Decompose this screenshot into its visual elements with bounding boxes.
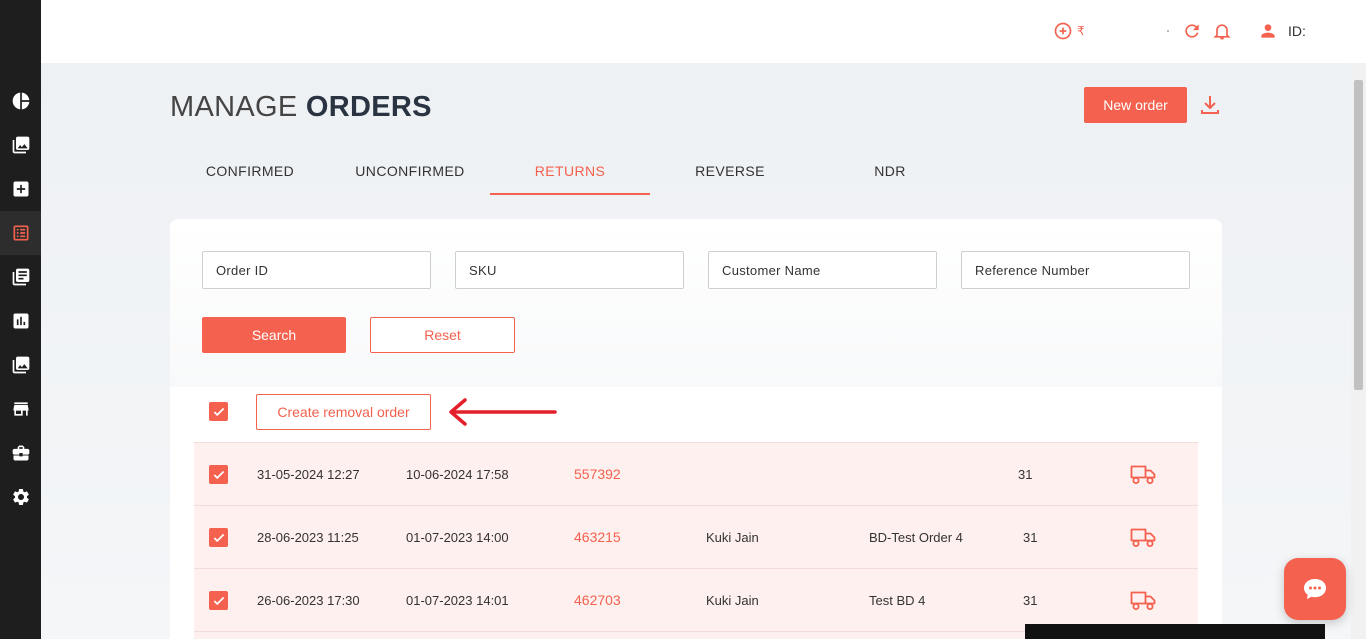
top-bar: ₹ ID: xyxy=(41,0,1366,63)
row-created-date: 31-05-2024 12:27 xyxy=(257,467,360,482)
page-title: MANAGE ORDERS xyxy=(170,91,432,124)
pie-chart-icon xyxy=(12,92,29,110)
bell-icon xyxy=(1213,24,1231,40)
add-circle-icon xyxy=(1054,22,1072,40)
chat-button[interactable] xyxy=(1284,558,1346,620)
row-updated-date: 10-06-2024 17:58 xyxy=(406,467,509,482)
row-order-id[interactable]: 463215 xyxy=(574,529,621,545)
sidebar-item-orders[interactable] xyxy=(0,211,41,255)
order-id-input[interactable] xyxy=(202,251,431,289)
tab-returns[interactable]: RETURNS xyxy=(490,153,650,195)
row-checkbox[interactable] xyxy=(209,528,228,547)
refresh-button[interactable] xyxy=(1182,20,1202,42)
main-content: MANAGE ORDERS New order CONFIRMED UNCONF… xyxy=(41,63,1351,639)
tab-reverse[interactable]: REVERSE xyxy=(650,153,810,195)
scrollbar-thumb[interactable] xyxy=(1354,80,1363,390)
page-scrollbar[interactable] xyxy=(1351,63,1366,639)
sidebar-item-library[interactable] xyxy=(0,255,41,299)
refresh-icon xyxy=(1185,24,1199,38)
sidebar-item-media[interactable] xyxy=(0,343,41,387)
row-checkbox[interactable] xyxy=(209,591,228,610)
image-icon xyxy=(12,136,29,154)
row-qty: 31 xyxy=(1023,530,1038,545)
tab-confirmed[interactable]: CONFIRMED xyxy=(170,153,330,195)
wallet-currency: ₹ xyxy=(1077,24,1085,38)
table-row[interactable]: 31-05-2024 12:27 10-06-2024 17:58 557392… xyxy=(194,442,1198,505)
chat-bubble-icon xyxy=(1304,579,1326,599)
store-icon xyxy=(13,402,28,416)
truck-icon[interactable] xyxy=(1130,463,1156,485)
row-reference: Test BD 4 xyxy=(869,593,926,608)
page-title-light: MANAGE xyxy=(170,91,298,123)
orders-card: Search Reset Create removal order 31-05-… xyxy=(170,219,1222,639)
checkmark-icon xyxy=(213,470,224,479)
row-created-date: 28-06-2023 11:25 xyxy=(257,530,359,545)
bar-chart-icon xyxy=(13,313,28,329)
truck-icon[interactable] xyxy=(1130,589,1156,611)
row-created-date: 26-06-2023 17:30 xyxy=(257,593,360,608)
create-removal-order-button[interactable]: Create removal order xyxy=(256,394,431,430)
reset-button[interactable]: Reset xyxy=(370,317,515,353)
select-all-checkbox[interactable] xyxy=(209,402,228,421)
new-order-button[interactable]: New order xyxy=(1084,87,1187,123)
table-row[interactable]: 28-06-2023 11:25 01-07-2023 14:00 463215… xyxy=(194,505,1198,568)
tab-unconfirmed[interactable]: UNCONFIRMED xyxy=(330,153,490,195)
row-updated-date: 01-07-2023 14:00 xyxy=(406,530,509,545)
sidebar-item-catalog[interactable] xyxy=(0,123,41,167)
checkmark-icon xyxy=(213,407,224,416)
add-box-icon xyxy=(13,181,28,197)
filter-panel: Search Reset xyxy=(170,219,1222,387)
row-order-id[interactable]: 462703 xyxy=(574,592,621,608)
row-customer: Kuki Jain xyxy=(706,593,759,608)
user-account[interactable]: ID: xyxy=(1258,20,1306,42)
sidebar-item-store[interactable] xyxy=(0,387,41,431)
photo-library-icon xyxy=(12,356,29,374)
arrow-left-icon xyxy=(449,398,557,426)
download-icon[interactable] xyxy=(1198,93,1222,117)
wallet[interactable]: ₹ xyxy=(1053,20,1085,42)
page-title-bold: ORDERS xyxy=(305,91,432,123)
checkmark-icon xyxy=(213,533,224,542)
checkmark-icon xyxy=(213,596,224,605)
reference-number-input[interactable] xyxy=(961,251,1190,289)
list-icon xyxy=(13,225,28,241)
truck-icon[interactable] xyxy=(1130,526,1156,548)
search-button[interactable]: Search xyxy=(202,317,346,353)
bottom-overlay-bar xyxy=(1025,624,1325,639)
row-updated-date: 01-07-2023 14:01 xyxy=(406,593,509,608)
sidebar-item-settings[interactable] xyxy=(0,475,41,519)
sidebar-item-business[interactable] xyxy=(0,431,41,475)
row-reference: BD-Test Order 4 xyxy=(869,530,963,545)
person-icon xyxy=(1261,24,1275,38)
sidebar-item-dashboard[interactable] xyxy=(0,79,41,123)
table-row[interactable]: 26-06-2023 17:30 01-07-2023 14:01 462703… xyxy=(194,568,1198,631)
row-qty: 31 xyxy=(1023,593,1038,608)
gear-icon xyxy=(12,489,29,505)
row-order-id[interactable]: 557392 xyxy=(574,466,621,482)
sidebar xyxy=(0,0,41,639)
notifications-button[interactable] xyxy=(1212,20,1232,42)
briefcase-icon xyxy=(12,445,29,461)
user-id-label: ID: xyxy=(1288,23,1306,39)
row-customer: Kuki Jain xyxy=(706,530,759,545)
sidebar-item-reports[interactable] xyxy=(0,299,41,343)
sku-input[interactable] xyxy=(455,251,684,289)
sidebar-item-add[interactable] xyxy=(0,167,41,211)
tab-ndr[interactable]: NDR xyxy=(810,153,970,195)
divider-dot xyxy=(1167,30,1169,32)
row-checkbox[interactable] xyxy=(209,465,228,484)
customer-name-input[interactable] xyxy=(708,251,937,289)
library-books-icon xyxy=(12,268,29,286)
row-qty: 31 xyxy=(1018,467,1033,482)
